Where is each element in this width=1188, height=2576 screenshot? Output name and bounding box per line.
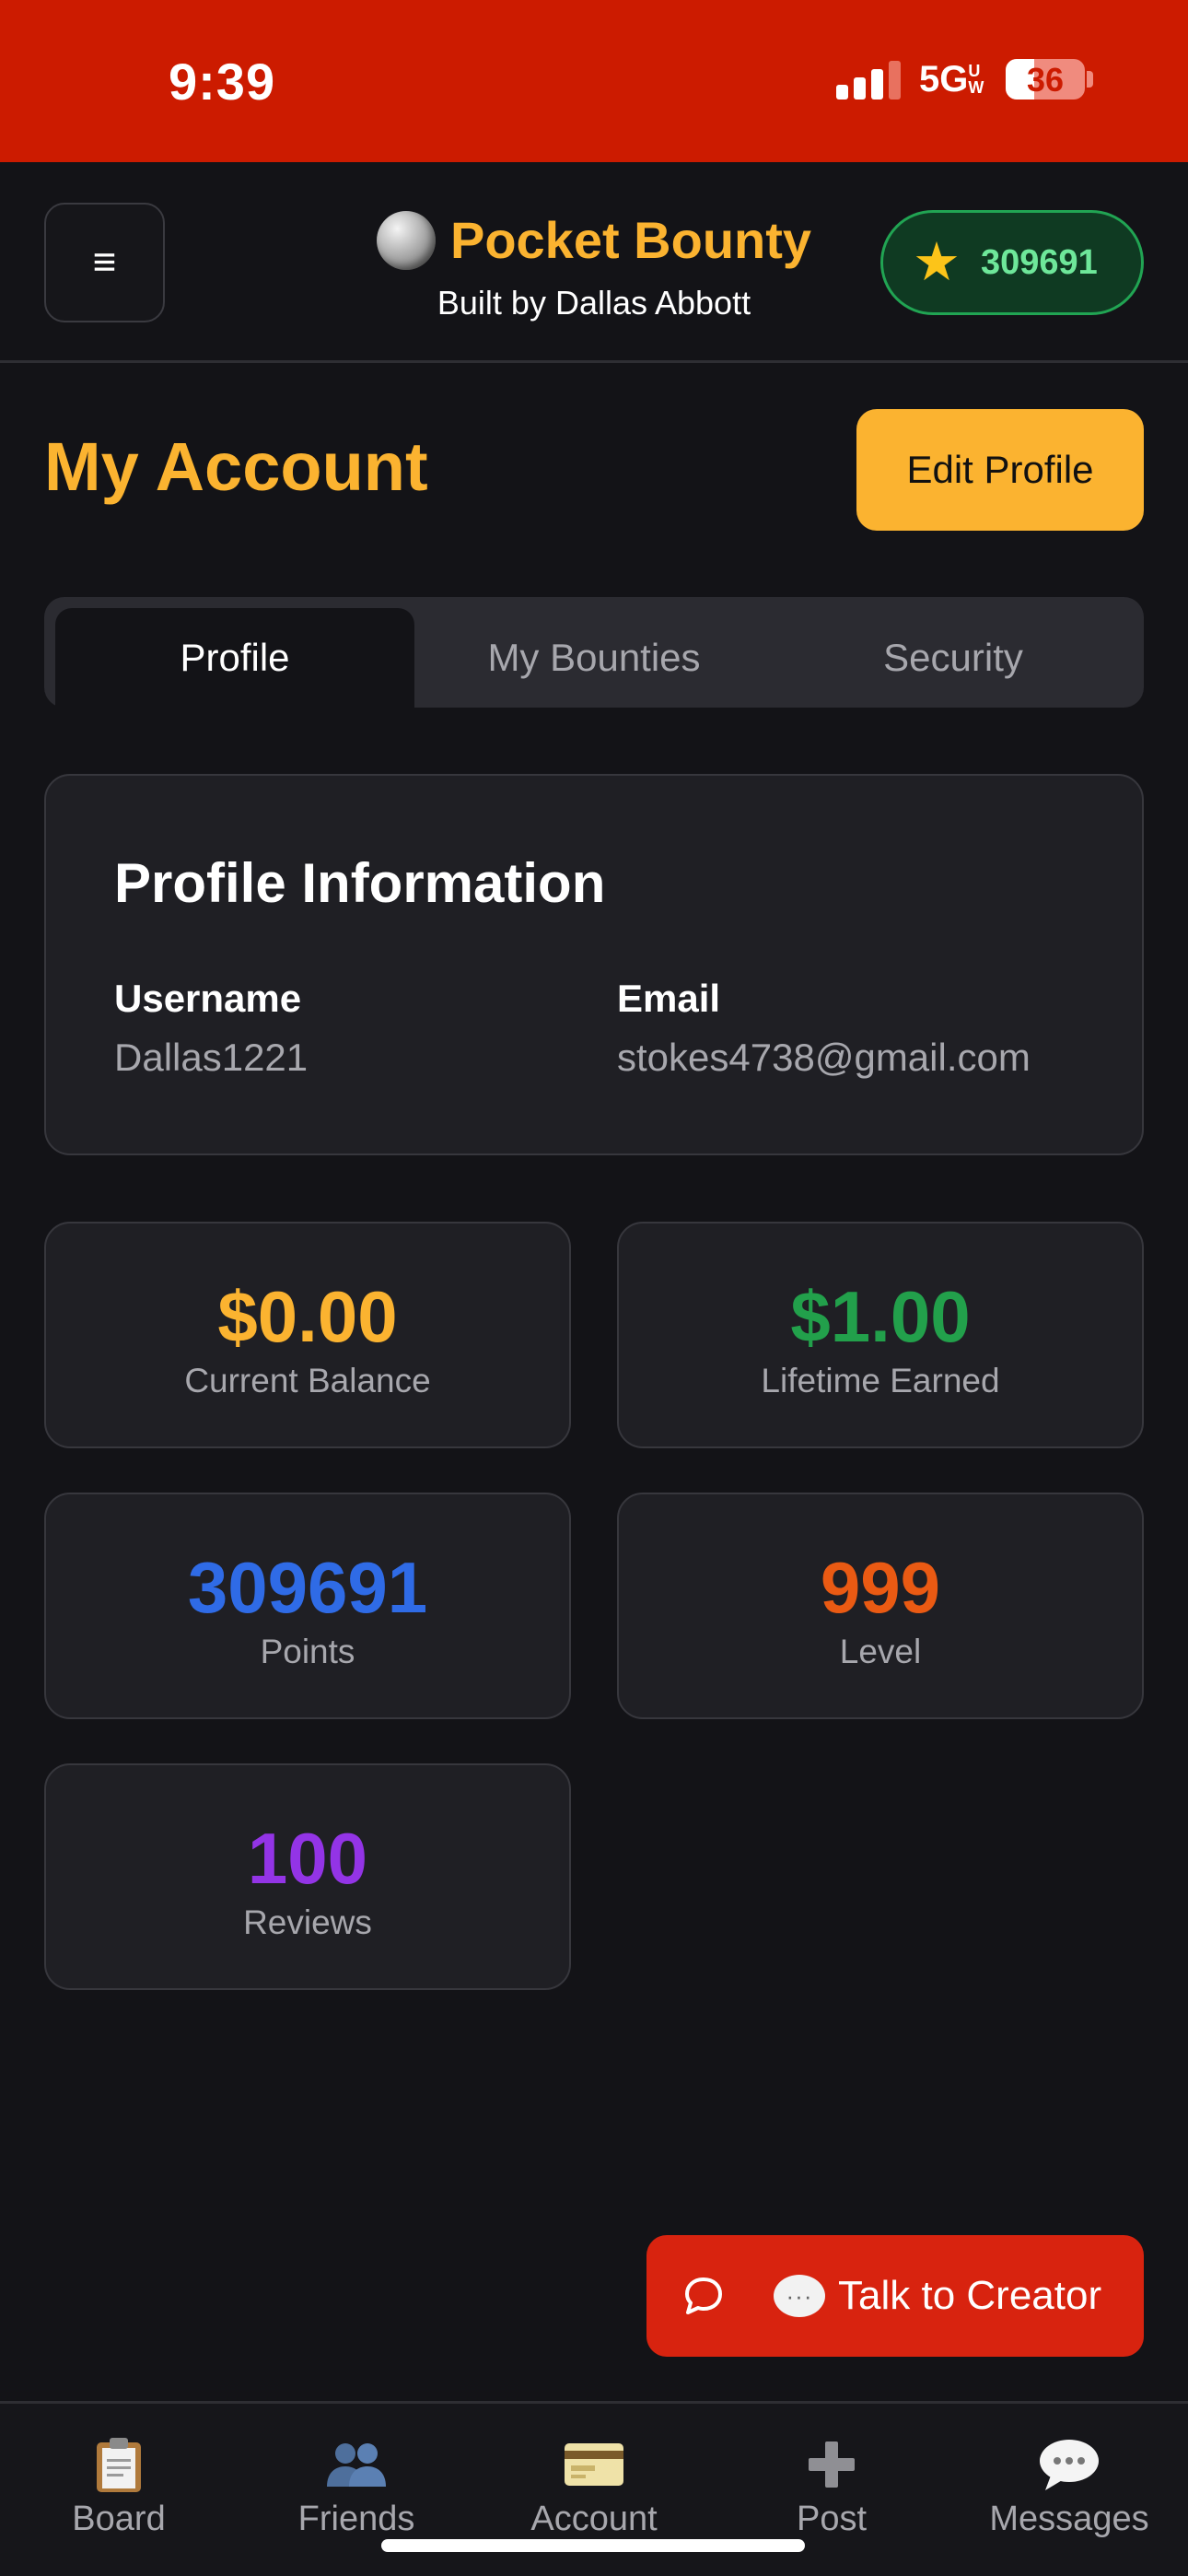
nav-label-post: Post [796,2500,868,2538]
battery-icon: 36 [1006,59,1085,100]
reviews-label: Reviews [243,1903,372,1941]
tab-my-bounties[interactable]: My Bounties [414,608,774,708]
people-icon [238,2435,475,2494]
talk-to-creator-label: Talk to Creator [838,2273,1102,2318]
stat-card-level: 999 Level [617,1493,1144,1719]
level-label: Level [839,1633,922,1670]
username-value: Dallas1221 [114,1036,309,1079]
home-indicator [381,2539,805,2552]
current-balance-label: Current Balance [184,1362,431,1399]
email-value: stokes4738@gmail.com [617,1036,1031,1079]
nav-item-board[interactable]: Board [0,2404,238,2576]
points-label: Points [260,1633,355,1670]
reviews-value: 100 [247,1818,368,1899]
email-label: Email [617,977,721,1020]
plus-icon [713,2435,950,2494]
level-value: 999 [820,1547,941,1628]
stat-card-lifetime-earned: $1.00 Lifetime Earned [617,1222,1144,1448]
star-icon: ★ [913,232,961,292]
coin-logo-icon [376,210,436,270]
stat-card-reviews: 100 Reviews [44,1763,571,1990]
nav-label-account: Account [530,2500,658,2538]
battery-level: 36 [1026,61,1065,99]
nav-item-messages[interactable]: Messages [950,2404,1188,2576]
status-time: 9:39 [169,53,276,111]
clipboard-icon [0,2435,238,2494]
lifetime-earned-value: $1.00 [790,1276,971,1357]
stat-card-points: 309691 Points [44,1493,571,1719]
tab-security[interactable]: Security [774,608,1133,708]
stat-card-current-balance: $0.00 Current Balance [44,1222,571,1448]
nav-label-friends: Friends [297,2500,415,2538]
app-screen: 9:39 5GUW 36 ≡ Pocket Bounty Built by Da… [0,0,1188,2576]
nav-label-messages: Messages [989,2500,1149,2538]
app-header: ≡ Pocket Bounty Built by Dallas Abbott ★… [0,162,1188,363]
points-badge[interactable]: ★ 309691 [880,210,1144,315]
username-label: Username [114,977,302,1020]
points-badge-value: 309691 [981,242,1098,282]
signal-icon [836,61,901,100]
app-title: Pocket Bounty [449,211,812,269]
account-tabs: Profile My Bounties Security [44,597,1144,708]
profile-information-card: Profile Information Username Dallas1221 … [44,774,1144,1155]
battery-cap [1087,71,1093,88]
credit-card-icon [475,2435,713,2494]
network-indicator: 5GUW [919,59,986,100]
chat-outline-icon [681,2274,726,2318]
lifetime-earned-label: Lifetime Earned [761,1362,1000,1399]
network-suffix: UW [968,62,984,97]
talk-to-creator-button[interactable]: ··· Talk to Creator [646,2235,1144,2357]
speech-bubble-icon: ··· [774,2275,825,2317]
speech-bubble-icon [950,2435,1188,2494]
network-type: 5G [919,59,969,100]
tab-profile[interactable]: Profile [55,608,414,708]
status-bar: 9:39 5GUW 36 [0,0,1188,162]
points-value: 309691 [187,1547,428,1628]
nav-label-board: Board [72,2500,166,2538]
page-title: My Account [44,428,428,505]
edit-profile-button[interactable]: Edit Profile [856,409,1144,531]
current-balance-value: $0.00 [217,1276,398,1357]
profile-heading: Profile Information [114,852,606,914]
brand-row: Pocket Bounty [376,210,812,270]
